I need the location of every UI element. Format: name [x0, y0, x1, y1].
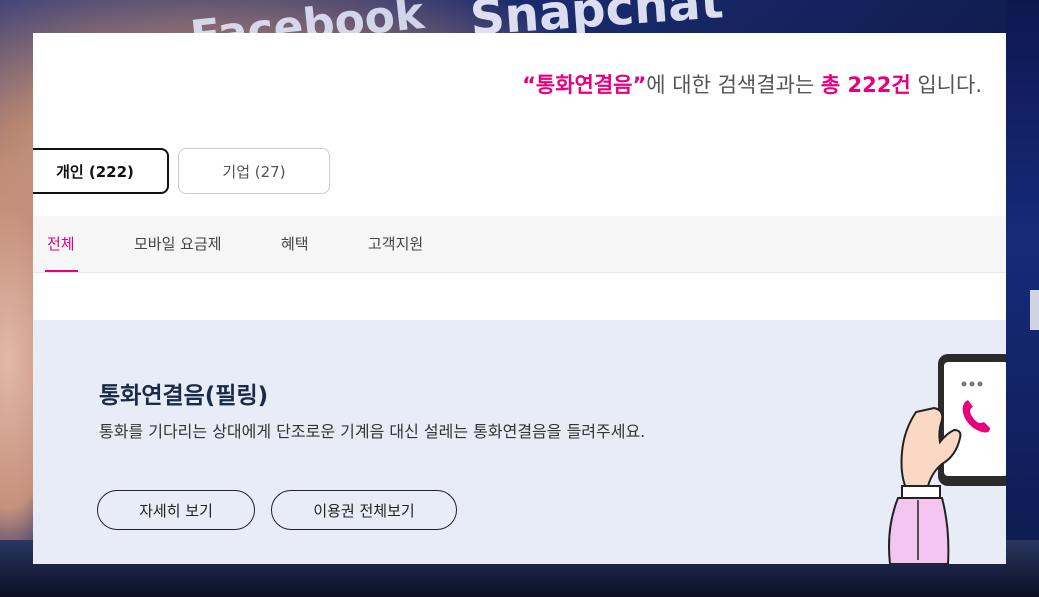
- card-title: 통화연결음(필링): [99, 383, 269, 409]
- dot-icon: [977, 381, 983, 387]
- filter-all[interactable]: 전체: [47, 216, 75, 272]
- filter-support[interactable]: 고객지원: [368, 216, 423, 272]
- view-all-passes-label: 이용권 전체보기: [313, 501, 415, 520]
- background-mark: [1030, 290, 1039, 330]
- search-query: 통화연결음: [535, 73, 633, 97]
- tab-company[interactable]: 기업 (27): [178, 148, 330, 194]
- result-mid-text: 에 대한 검색결과는: [646, 73, 821, 97]
- view-details-button[interactable]: 자세히 보기: [97, 490, 255, 530]
- sleeve-cuff: [901, 485, 941, 499]
- dot-icon: [961, 381, 967, 387]
- query-quote-close: ”: [632, 73, 647, 97]
- search-results-panel: “통화연결음”에 대한 검색결과는 총 222건 입니다. 개인 (222) 기…: [33, 33, 1006, 564]
- tab-company-label: 기업 (27): [222, 162, 286, 181]
- card-description: 통화를 기다리는 상대에게 단조로운 기계음 대신 설레는 통화연결음을 들려주…: [99, 422, 646, 441]
- filter-benefits-label: 혜택: [281, 235, 309, 253]
- phone-call-illustration: [888, 354, 1006, 564]
- tab-personal-label: 개인 (222): [56, 162, 134, 181]
- view-details-label: 자세히 보기: [139, 501, 213, 520]
- filter-all-label: 전체: [47, 235, 75, 253]
- filter-active-underline: [45, 270, 78, 272]
- search-result-summary: “통화연결음”에 대한 검색결과는 총 222건 입니다.: [522, 69, 982, 99]
- query-quote-open: “: [522, 73, 536, 97]
- filter-mobile-plans[interactable]: 모바일 요금제: [134, 216, 222, 272]
- category-filter-bar: 전체 모바일 요금제 혜택 고객지원: [33, 216, 1006, 273]
- tab-personal[interactable]: 개인 (222): [33, 148, 169, 194]
- phone-screen: [944, 362, 1006, 476]
- dot-icon: [969, 381, 975, 387]
- filter-support-label: 고객지원: [368, 235, 424, 253]
- filter-mobile-plans-label: 모바일 요금제: [134, 235, 222, 253]
- filter-benefits[interactable]: 혜택: [281, 216, 309, 272]
- view-all-passes-button[interactable]: 이용권 전체보기: [271, 490, 457, 530]
- product-card: 통화연결음(필링) 통화를 기다리는 상대에게 단조로운 기계음 대신 설레는 …: [33, 320, 1006, 564]
- result-end-text: 입니다.: [910, 73, 982, 97]
- result-total: 총 222건: [820, 73, 911, 97]
